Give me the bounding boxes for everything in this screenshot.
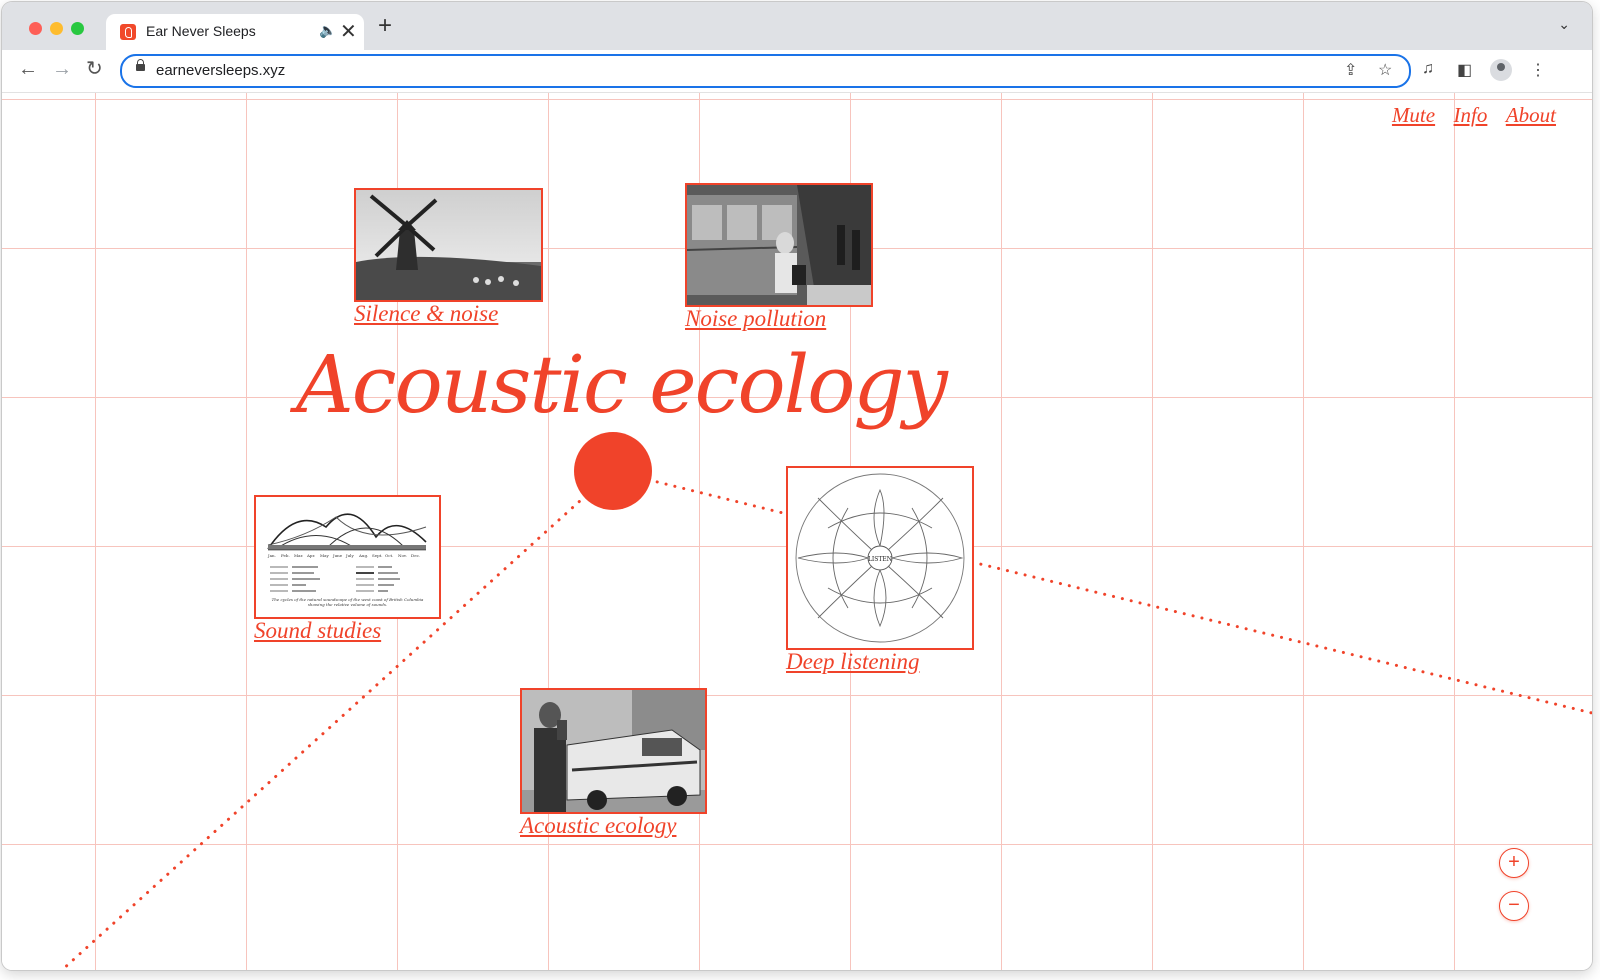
month-label: May — [320, 553, 329, 558]
speaker-icon[interactable]: 🔈 — [319, 22, 336, 39]
month-label: Apr. — [306, 553, 315, 558]
connector-line — [970, 560, 1592, 715]
card-label-acoustic-ecology[interactable]: Acoustic ecology — [520, 813, 676, 839]
card-label-sound-studies[interactable]: Sound studies — [254, 618, 381, 644]
month-label: Mar. — [294, 553, 303, 558]
card-label-deep-listening[interactable]: Deep listening — [786, 649, 920, 675]
address-bar[interactable]: earneversleeps.xyz ⇪ ☆ — [120, 54, 1411, 88]
bookmark-star-icon[interactable]: ☆ — [1378, 60, 1392, 80]
month-label: Sept. — [372, 553, 383, 558]
zoom-window-button[interactable] — [71, 22, 84, 35]
month-label: Nov. — [398, 553, 407, 558]
windmill-illustration — [356, 190, 541, 300]
profile-avatar-icon[interactable] — [1490, 59, 1512, 81]
ear-favicon-icon — [120, 24, 136, 40]
card-label-noise-pollution[interactable]: Noise pollution — [685, 306, 826, 332]
van-illustration — [522, 690, 705, 812]
month-label: Oct. — [385, 553, 393, 558]
month-label: Aug. — [358, 553, 368, 558]
new-tab-button[interactable]: + — [378, 14, 392, 38]
lock-icon[interactable] — [136, 59, 145, 71]
share-icon[interactable]: ⇪ — [1344, 60, 1357, 80]
zoom-in-button[interactable]: + — [1499, 848, 1529, 878]
page-viewport[interactable]: Mute Info About Silence & noise Noise po… — [2, 93, 1592, 970]
browser-window: Ear Never Sleeps 🔈 ✕ + ⌄ ← → ↻ earnevers… — [2, 2, 1592, 970]
browser-tab[interactable]: Ear Never Sleeps 🔈 ✕ — [106, 14, 364, 50]
mute-link[interactable]: Mute — [1392, 103, 1435, 127]
back-arrow-icon[interactable]: ← — [18, 56, 38, 82]
month-label: Dec. — [411, 553, 420, 558]
forward-arrow-icon[interactable]: → — [52, 56, 72, 82]
month-label: July — [345, 553, 354, 558]
van-photo[interactable] — [520, 688, 707, 814]
chart-caption: The cycles of the natural soundscape of … — [271, 597, 424, 607]
subway-photo[interactable] — [685, 183, 873, 307]
listen-center-label: LISTEN — [868, 556, 892, 563]
subway-illustration — [687, 185, 871, 305]
reload-icon[interactable]: ↻ — [86, 56, 103, 82]
listen-diagram-illustration: LISTEN — [795, 473, 965, 643]
media-control-icon[interactable]: ♫ — [1422, 60, 1434, 78]
windmill-photo[interactable] — [354, 188, 543, 302]
more-menu-icon[interactable]: ⋮ — [1530, 60, 1546, 80]
page-title: Acoustic ecology — [296, 338, 948, 431]
soundscape-chart-illustration: Jan. Feb. Mar. Apr. May June July Aug. S… — [267, 513, 427, 607]
tab-search-chevron-icon[interactable]: ⌄ — [1558, 16, 1570, 33]
about-link[interactable]: About — [1506, 103, 1556, 127]
zoom-out-button[interactable]: − — [1499, 891, 1529, 921]
minimize-window-button[interactable] — [50, 22, 63, 35]
center-node-dot[interactable] — [574, 432, 652, 510]
month-label: Feb. — [281, 553, 290, 558]
browser-toolbar: ← → ↻ earneversleeps.xyz ⇪ ☆ ♫ ◧ ⋮ — [2, 50, 1592, 93]
site-nav: Mute Info About — [1378, 103, 1556, 128]
info-link[interactable]: Info — [1454, 103, 1488, 127]
side-panel-icon[interactable]: ◧ — [1457, 60, 1472, 80]
url-text[interactable]: earneversleeps.xyz — [156, 62, 285, 79]
close-tab-icon[interactable]: ✕ — [340, 19, 357, 44]
soundscape-chart[interactable]: Jan. Feb. Mar. Apr. May June July Aug. S… — [254, 495, 441, 619]
listen-diagram[interactable]: LISTEN — [786, 466, 974, 650]
tab-title: Ear Never Sleeps — [146, 23, 256, 39]
month-label: Jan. — [267, 553, 276, 558]
card-label-silence-noise[interactable]: Silence & noise — [354, 301, 498, 327]
tab-strip: Ear Never Sleeps 🔈 ✕ + ⌄ — [2, 2, 1592, 50]
close-window-button[interactable] — [29, 22, 42, 35]
month-label: June — [332, 553, 343, 558]
